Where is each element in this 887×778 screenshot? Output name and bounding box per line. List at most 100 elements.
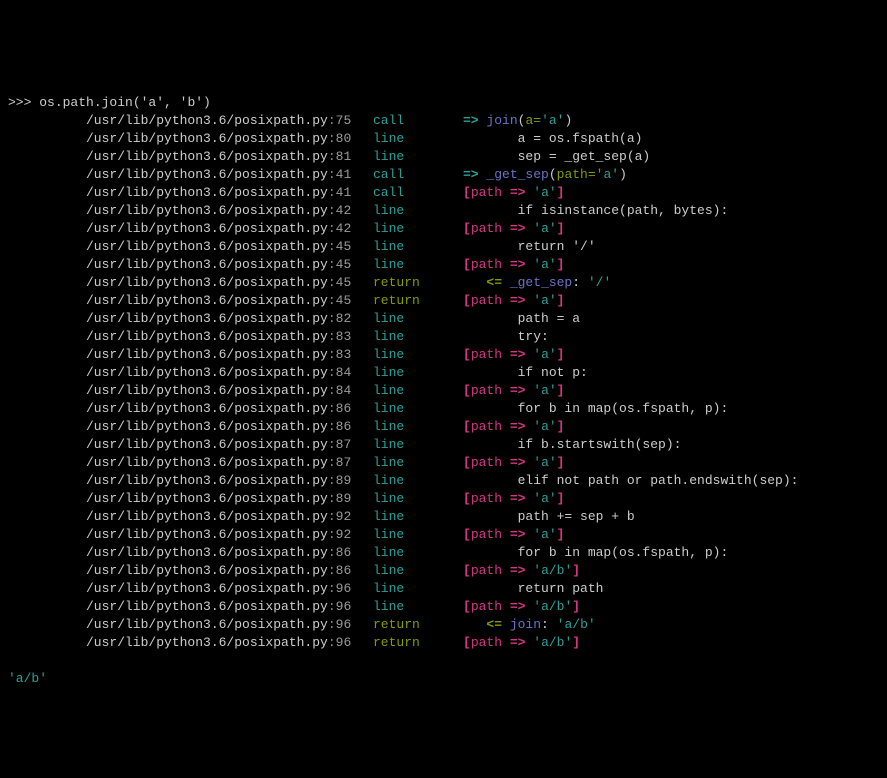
trace-event: call: [373, 184, 463, 202]
trace-body: if b.startswith(sep):: [463, 436, 879, 454]
trace-file: /usr/lib/python3.6/posixpath.py:83: [8, 346, 373, 364]
repl-input[interactable]: os.path.join('a', 'b'): [39, 95, 211, 110]
trace-row: /usr/lib/python3.6/posixpath.py:87line[p…: [8, 454, 879, 472]
trace-event: return: [373, 274, 463, 292]
trace-body: [path => 'a/b']: [463, 634, 879, 652]
trace-file: /usr/lib/python3.6/posixpath.py:45: [8, 274, 373, 292]
trace-row: /usr/lib/python3.6/posixpath.py:96line[p…: [8, 598, 879, 616]
trace-row: /usr/lib/python3.6/posixpath.py:75call=>…: [8, 112, 879, 130]
trace-body: [path => 'a']: [463, 382, 879, 400]
trace-row: /usr/lib/python3.6/posixpath.py:96return…: [8, 616, 879, 634]
trace-row: /usr/lib/python3.6/posixpath.py:86line[p…: [8, 562, 879, 580]
trace-event: line: [373, 562, 463, 580]
trace-event: line: [373, 346, 463, 364]
trace-file: /usr/lib/python3.6/posixpath.py:92: [8, 508, 373, 526]
trace-row: /usr/lib/python3.6/posixpath.py:45line[p…: [8, 256, 879, 274]
trace-event: line: [373, 508, 463, 526]
trace-event: call: [373, 112, 463, 130]
trace-row: /usr/lib/python3.6/posixpath.py:83line[p…: [8, 346, 879, 364]
trace-body: try:: [463, 328, 879, 346]
trace-body: [path => 'a']: [463, 184, 879, 202]
terminal-output: >>> os.path.join('a', 'b') /usr/lib/pyth…: [8, 76, 879, 688]
trace-row: /usr/lib/python3.6/posixpath.py:81line s…: [8, 148, 879, 166]
trace-event: line: [373, 382, 463, 400]
trace-event: line: [373, 454, 463, 472]
trace-event: line: [373, 490, 463, 508]
trace-event: line: [373, 220, 463, 238]
trace-event: line: [373, 544, 463, 562]
trace-body: <= _get_sep: '/': [463, 274, 879, 292]
trace-file: /usr/lib/python3.6/posixpath.py:96: [8, 580, 373, 598]
trace-file: /usr/lib/python3.6/posixpath.py:84: [8, 382, 373, 400]
trace-file: /usr/lib/python3.6/posixpath.py:45: [8, 256, 373, 274]
trace-row: /usr/lib/python3.6/posixpath.py:87line i…: [8, 436, 879, 454]
repl-prompt[interactable]: >>>: [8, 95, 31, 110]
trace-event: line: [373, 148, 463, 166]
trace-body: return '/': [463, 238, 879, 256]
trace-file: /usr/lib/python3.6/posixpath.py:84: [8, 364, 373, 382]
trace-row: /usr/lib/python3.6/posixpath.py:89line e…: [8, 472, 879, 490]
trace-event: line: [373, 202, 463, 220]
trace-row: /usr/lib/python3.6/posixpath.py:83line t…: [8, 328, 879, 346]
trace-table: /usr/lib/python3.6/posixpath.py:75call=>…: [8, 112, 879, 652]
trace-body: [path => 'a']: [463, 220, 879, 238]
trace-row: /usr/lib/python3.6/posixpath.py:45line r…: [8, 238, 879, 256]
trace-row: /usr/lib/python3.6/posixpath.py:86line[p…: [8, 418, 879, 436]
trace-body: [path => 'a']: [463, 454, 879, 472]
trace-file: /usr/lib/python3.6/posixpath.py:86: [8, 418, 373, 436]
trace-event: line: [373, 328, 463, 346]
trace-row: /usr/lib/python3.6/posixpath.py:92line p…: [8, 508, 879, 526]
trace-row: /usr/lib/python3.6/posixpath.py:86line f…: [8, 544, 879, 562]
trace-event: line: [373, 580, 463, 598]
repl-result: 'a/b': [8, 671, 47, 686]
trace-file: /usr/lib/python3.6/posixpath.py:81: [8, 148, 373, 166]
trace-file: /usr/lib/python3.6/posixpath.py:42: [8, 202, 373, 220]
trace-body: [path => 'a/b']: [463, 562, 879, 580]
trace-file: /usr/lib/python3.6/posixpath.py:80: [8, 130, 373, 148]
trace-body: [path => 'a']: [463, 526, 879, 544]
trace-event: line: [373, 436, 463, 454]
trace-row: /usr/lib/python3.6/posixpath.py:82line p…: [8, 310, 879, 328]
trace-event: line: [373, 130, 463, 148]
trace-row: /usr/lib/python3.6/posixpath.py:45return…: [8, 292, 879, 310]
trace-event: return: [373, 292, 463, 310]
trace-body: => _get_sep(path='a'): [463, 166, 879, 184]
trace-body: sep = _get_sep(a): [463, 148, 879, 166]
trace-event: line: [373, 472, 463, 490]
trace-body: [path => 'a/b']: [463, 598, 879, 616]
trace-row: /usr/lib/python3.6/posixpath.py:41call[p…: [8, 184, 879, 202]
trace-event: line: [373, 364, 463, 382]
trace-event: line: [373, 418, 463, 436]
trace-row: /usr/lib/python3.6/posixpath.py:84line[p…: [8, 382, 879, 400]
trace-event: return: [373, 634, 463, 652]
trace-event: line: [373, 256, 463, 274]
trace-event: line: [373, 238, 463, 256]
trace-body: [path => 'a']: [463, 256, 879, 274]
trace-body: <= join: 'a/b': [463, 616, 879, 634]
trace-file: /usr/lib/python3.6/posixpath.py:41: [8, 166, 373, 184]
trace-body: => join(a='a'): [463, 112, 879, 130]
trace-body: [path => 'a']: [463, 490, 879, 508]
trace-row: /usr/lib/python3.6/posixpath.py:80line a…: [8, 130, 879, 148]
trace-file: /usr/lib/python3.6/posixpath.py:86: [8, 562, 373, 580]
trace-file: /usr/lib/python3.6/posixpath.py:89: [8, 472, 373, 490]
trace-row: /usr/lib/python3.6/posixpath.py:89line[p…: [8, 490, 879, 508]
trace-event: return: [373, 616, 463, 634]
trace-row: /usr/lib/python3.6/posixpath.py:42line i…: [8, 202, 879, 220]
trace-file: /usr/lib/python3.6/posixpath.py:87: [8, 436, 373, 454]
trace-row: /usr/lib/python3.6/posixpath.py:92line[p…: [8, 526, 879, 544]
trace-body: [path => 'a']: [463, 292, 879, 310]
trace-body: for b in map(os.fspath, p):: [463, 400, 879, 418]
trace-body: for b in map(os.fspath, p):: [463, 544, 879, 562]
trace-file: /usr/lib/python3.6/posixpath.py:45: [8, 292, 373, 310]
trace-file: /usr/lib/python3.6/posixpath.py:96: [8, 616, 373, 634]
trace-body: [path => 'a']: [463, 346, 879, 364]
trace-file: /usr/lib/python3.6/posixpath.py:41: [8, 184, 373, 202]
trace-file: /usr/lib/python3.6/posixpath.py:89: [8, 490, 373, 508]
trace-file: /usr/lib/python3.6/posixpath.py:96: [8, 634, 373, 652]
trace-file: /usr/lib/python3.6/posixpath.py:86: [8, 544, 373, 562]
trace-body: if isinstance(path, bytes):: [463, 202, 879, 220]
trace-body: a = os.fspath(a): [463, 130, 879, 148]
trace-file: /usr/lib/python3.6/posixpath.py:42: [8, 220, 373, 238]
trace-file: /usr/lib/python3.6/posixpath.py:86: [8, 400, 373, 418]
